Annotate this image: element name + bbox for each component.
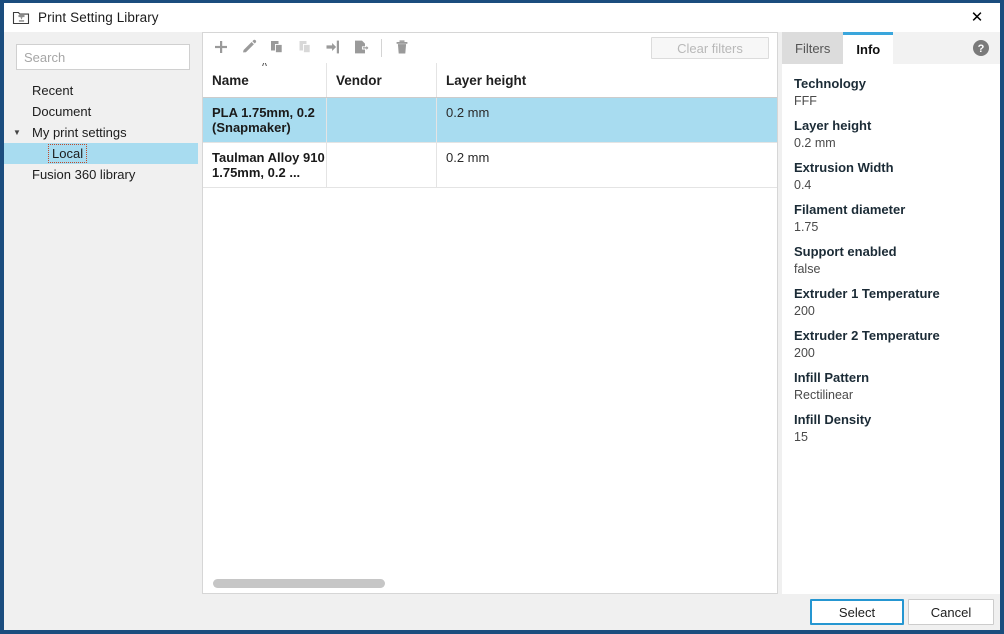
library-sidebar: Recent Document ▼ My print settings Local Fus… xyxy=(4,32,198,627)
search-field-wrapper xyxy=(16,44,190,70)
info-properties-list: Technology FFF Layer height 0.2 mm Extrusion… xyxy=(782,64,1000,594)
info-value: 200 xyxy=(794,304,815,318)
tree-item-label: Document xyxy=(32,104,92,119)
close-button[interactable]: ✕ xyxy=(954,3,1000,32)
info-row: Extruder 2 Temperature 200 xyxy=(794,328,1000,361)
info-key: Technology xyxy=(794,76,866,91)
paste-icon xyxy=(297,39,313,58)
info-value: 0.4 xyxy=(794,178,812,192)
help-circle-icon[interactable]: ? xyxy=(972,39,990,57)
cell-layer: 0.2 mm xyxy=(436,97,777,143)
info-row: Extruder 1 Temperature 200 xyxy=(794,286,1000,319)
import-button[interactable] xyxy=(319,35,347,61)
edit-icon xyxy=(241,39,257,58)
library-tree: Recent Document ▼ My print settings Local Fus… xyxy=(4,80,198,185)
search-input[interactable] xyxy=(16,44,190,70)
info-row: Layer height 0.2 mm xyxy=(794,118,1000,151)
horizontal-scrollbar-thumb[interactable] xyxy=(213,579,385,588)
info-value: Rectilinear xyxy=(794,388,854,402)
column-header-layer-height[interactable]: Layer height xyxy=(436,63,777,98)
add-icon xyxy=(213,39,229,58)
info-row: Filament diameter 1.75 xyxy=(794,202,1000,235)
info-value: FFF xyxy=(794,94,817,108)
table-row[interactable]: Taulman Alloy 910 1.75mm, 0.2 ...0.2 mm0… xyxy=(203,142,777,188)
horizontal-scrollbar[interactable] xyxy=(204,576,776,592)
column-header-vendor-label: Vendor xyxy=(336,72,382,88)
info-key: Layer height xyxy=(794,118,872,133)
info-row: Infill Density 15 xyxy=(794,412,1000,445)
cell-layer: 0.2 mm xyxy=(436,142,777,188)
info-row: Extrusion Width 0.4 xyxy=(794,160,1000,193)
tabstrip-filler xyxy=(893,32,972,64)
print-setting-library-window: Print Setting Library ✕ Recent Document ▼ M… xyxy=(0,0,1004,634)
info-key: Infill Density xyxy=(794,412,872,427)
column-header-vendor[interactable]: Vendor xyxy=(326,63,437,98)
info-key: Filament diameter xyxy=(794,202,906,217)
select-button[interactable]: Select xyxy=(810,599,904,625)
details-panel: Filters Info ? Technology FFF Layer height 0… xyxy=(782,32,1000,594)
table-body: PLA 1.75mm, 0.2 (Snapmaker)0.2 mm0.4Taul… xyxy=(203,97,777,188)
title-bar: Print Setting Library ✕ xyxy=(4,0,1000,32)
info-key: Extruder 1 Temperature xyxy=(794,286,940,301)
tree-item-document[interactable]: Document xyxy=(4,101,198,122)
settings-list-panel: Clear filters ˄ Name Vendor Layer height… xyxy=(202,32,778,594)
cell-vendor xyxy=(326,97,437,143)
tree-item-recent[interactable]: Recent xyxy=(4,80,198,101)
toolbar-separator xyxy=(381,39,382,57)
print-library-folder-icon xyxy=(12,9,30,27)
edit-button[interactable] xyxy=(235,35,263,61)
svg-text:?: ? xyxy=(978,43,985,55)
column-header-layer-height-label: Layer height xyxy=(446,72,527,88)
info-value: 0.2 mm xyxy=(794,136,836,150)
dialog-content: Recent Document ▼ My print settings Local Fus… xyxy=(4,32,1000,627)
import-icon xyxy=(325,39,341,58)
cancel-button[interactable]: Cancel xyxy=(908,599,994,625)
info-key: Extruder 2 Temperature xyxy=(794,328,940,343)
tree-item-label: Recent xyxy=(32,83,74,98)
tree-item-fusion-360-library[interactable]: Fusion 360 library xyxy=(4,164,198,185)
close-icon: ✕ xyxy=(970,8,984,26)
delete-icon xyxy=(394,39,410,58)
copy-button[interactable] xyxy=(263,35,291,61)
export-icon xyxy=(353,39,370,58)
tree-item-label: My print settings xyxy=(32,125,127,140)
column-header-name-label: Name xyxy=(212,72,249,88)
info-row: Support enabled false xyxy=(794,244,1000,277)
window-title: Print Setting Library xyxy=(38,10,159,25)
dialog-footer: Select Cancel xyxy=(4,594,1000,630)
export-button[interactable] xyxy=(347,35,375,61)
tree-item-label: Local xyxy=(47,144,88,163)
sort-ascending-icon: ˄ xyxy=(261,63,268,69)
info-row: Infill Pattern Rectilinear xyxy=(794,370,1000,403)
clear-filters-button[interactable]: Clear filters xyxy=(651,37,769,59)
add-button[interactable] xyxy=(207,35,235,61)
table-row[interactable]: PLA 1.75mm, 0.2 (Snapmaker)0.2 mm0.4 xyxy=(203,97,777,143)
info-value: 15 xyxy=(794,430,808,444)
info-key: Support enabled xyxy=(794,244,897,259)
cell-name: PLA 1.75mm, 0.2 (Snapmaker) xyxy=(203,97,327,143)
table-header-row: ˄ Name Vendor Layer height Ext xyxy=(203,63,777,98)
paste-button xyxy=(291,35,319,61)
info-row: Technology FFF xyxy=(794,76,1000,109)
tree-item-label: Fusion 360 library xyxy=(32,167,136,182)
tab-filters[interactable]: Filters xyxy=(782,32,844,64)
cell-name: Taulman Alloy 910 1.75mm, 0.2 ... xyxy=(203,142,327,188)
tree-expander-icon[interactable]: ▼ xyxy=(10,128,24,137)
info-value: 1.75 xyxy=(794,220,819,234)
details-tabstrip: Filters Info ? xyxy=(782,32,1000,64)
settings-table-scroll-area[interactable]: ˄ Name Vendor Layer height Ext xyxy=(203,63,777,575)
tree-item-local[interactable]: Local xyxy=(4,143,198,164)
info-value: false xyxy=(794,262,821,276)
info-value: 200 xyxy=(794,346,815,360)
list-toolbar: Clear filters xyxy=(203,33,777,64)
tab-info[interactable]: Info xyxy=(843,32,894,64)
info-key: Extrusion Width xyxy=(794,160,894,175)
copy-icon xyxy=(269,39,285,58)
delete-button[interactable] xyxy=(388,35,416,61)
settings-table: ˄ Name Vendor Layer height Ext xyxy=(203,63,777,188)
info-key: Infill Pattern xyxy=(794,370,870,385)
column-header-name[interactable]: ˄ Name xyxy=(203,63,327,98)
cell-vendor xyxy=(326,142,437,188)
tree-item-my-print-settings[interactable]: ▼ My print settings xyxy=(4,122,198,143)
